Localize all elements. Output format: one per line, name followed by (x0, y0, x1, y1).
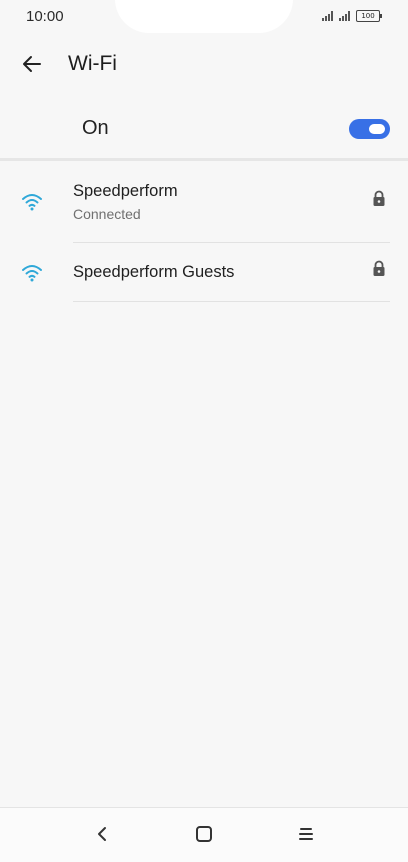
lock-icon (373, 260, 385, 276)
status-icons: 100 (322, 10, 382, 22)
wifi-icon (22, 265, 42, 282)
list-divider (73, 301, 390, 302)
signal-icon-2 (339, 11, 350, 21)
network-status: Connected (73, 206, 141, 222)
status-bar: 10:00 100 (0, 0, 408, 34)
network-item[interactable]: Speedperform Connected (0, 162, 408, 242)
arrow-left-icon[interactable] (20, 52, 44, 76)
app-bar: Wi-Fi (0, 40, 408, 88)
chevron-left-icon[interactable] (91, 822, 115, 846)
square-home-icon[interactable] (192, 822, 216, 846)
wifi-toggle-row[interactable]: On (0, 104, 408, 156)
wifi-toggle-label: On (82, 117, 109, 139)
wifi-icon (22, 194, 42, 211)
network-name: Speedperform Guests (73, 263, 235, 281)
battery-icon: 100 (356, 10, 382, 22)
signal-icon (322, 11, 333, 21)
menu-lines-icon[interactable] (294, 822, 318, 846)
page-title: Wi-Fi (68, 52, 117, 75)
network-name: Speedperform (73, 182, 178, 200)
network-item[interactable]: Speedperform Guests (0, 243, 408, 301)
toggle-knob (369, 124, 385, 134)
lock-icon (373, 190, 385, 206)
section-divider (0, 158, 408, 161)
status-time: 10:00 (26, 8, 64, 25)
camera-notch (115, 0, 293, 33)
wifi-toggle-switch[interactable] (349, 119, 390, 139)
system-nav-bar (0, 807, 408, 862)
